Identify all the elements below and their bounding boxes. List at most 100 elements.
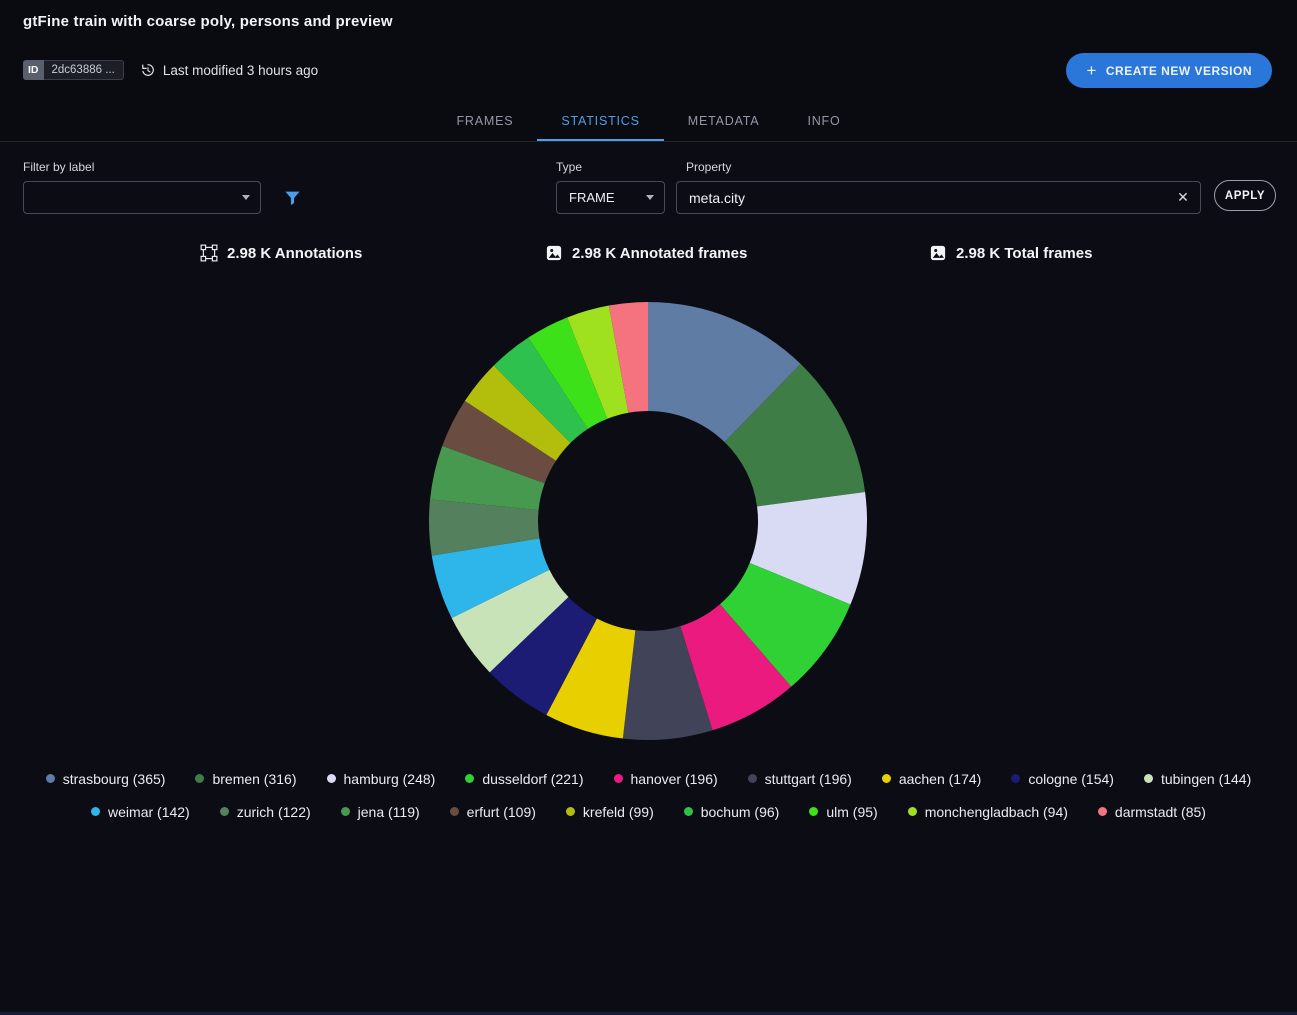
legend-label: bremen (316) <box>212 771 296 787</box>
dataset-id-badge[interactable]: ID 2dc63886 ... <box>23 60 124 80</box>
label-filter-group: Filter by label <box>23 160 261 214</box>
legend-item-jena[interactable]: jena (119) <box>341 804 420 820</box>
filter-funnel-button[interactable] <box>279 184 305 210</box>
legend-row: weimar (142) zurich (122) jena (119) erfurt… <box>0 801 1297 822</box>
legend-label: darmstadt (85) <box>1115 804 1206 820</box>
legend-dot <box>1144 774 1153 783</box>
legend-dot <box>450 807 459 816</box>
tab-bar: FRAMES STATISTICS METADATA INFO <box>432 102 864 141</box>
legend-item-bochum[interactable]: bochum (96) <box>684 804 780 820</box>
page-title: gtFine train with coarse poly, persons a… <box>23 13 393 30</box>
legend-label: cologne (154) <box>1028 771 1114 787</box>
legend-item-cologne[interactable]: cologne (154) <box>1011 771 1114 787</box>
legend-dot <box>748 774 757 783</box>
chart-legend: strasbourg (365) bremen (316) hamburg (248… <box>0 768 1297 834</box>
image-icon <box>929 244 947 262</box>
legend-label: zurich (122) <box>237 804 311 820</box>
legend-label: stuttgart (196) <box>765 771 852 787</box>
property-label: Property <box>686 160 1201 174</box>
label-filter-select[interactable] <box>23 181 261 214</box>
legend-dot <box>91 807 100 816</box>
legend-label: tubingen (144) <box>1161 771 1251 787</box>
tab-frames[interactable]: FRAMES <box>432 102 537 141</box>
legend-label: krefeld (99) <box>583 804 654 820</box>
type-select[interactable]: FRAME <box>556 181 665 214</box>
legend-row: strasbourg (365) bremen (316) hamburg (248… <box>0 768 1297 789</box>
apply-button[interactable]: APPLY <box>1214 180 1276 211</box>
legend-item-krefeld[interactable]: krefeld (99) <box>566 804 654 820</box>
legend-label: erfurt (109) <box>467 804 536 820</box>
last-modified: Last modified 3 hours ago <box>140 62 318 78</box>
legend-item-erfurt[interactable]: erfurt (109) <box>450 804 536 820</box>
legend-item-hanover[interactable]: hanover (196) <box>614 771 718 787</box>
legend-label: monchengladbach (94) <box>925 804 1068 820</box>
legend-dot <box>1098 807 1107 816</box>
create-new-version-button[interactable]: + CREATE NEW VERSION <box>1066 53 1272 88</box>
stat-annotated-frames: 2.98 K Annotated frames <box>545 244 747 262</box>
id-label: ID <box>23 60 44 80</box>
create-new-version-label: CREATE NEW VERSION <box>1106 64 1252 78</box>
dataset-statistics-page: gtFine train with coarse poly, persons a… <box>0 0 1297 1015</box>
property-filter-group: Property ✕ <box>676 160 1201 214</box>
tab-info[interactable]: INFO <box>783 102 864 141</box>
legend-label: bochum (96) <box>701 804 780 820</box>
legend-item-ulm[interactable]: ulm (95) <box>809 804 877 820</box>
legend-dot <box>684 807 693 816</box>
clear-icon[interactable]: ✕ <box>1171 186 1195 210</box>
legend-item-aachen[interactable]: aachen (174) <box>882 771 982 787</box>
history-icon <box>140 62 156 78</box>
property-input[interactable] <box>676 181 1201 214</box>
type-filter-group: Type FRAME <box>556 160 665 214</box>
legend-item-tubingen[interactable]: tubingen (144) <box>1144 771 1251 787</box>
legend-dot <box>46 774 55 783</box>
legend-item-bremen[interactable]: bremen (316) <box>195 771 296 787</box>
legend-dot <box>882 774 891 783</box>
legend-dot <box>327 774 336 783</box>
legend-item-dusseldorf[interactable]: dusseldorf (221) <box>465 771 583 787</box>
stat-annotations: 2.98 K Annotations <box>200 244 362 262</box>
stat-annotations-label: 2.98 K Annotations <box>227 245 362 262</box>
legend-dot <box>465 774 474 783</box>
legend-label: jena (119) <box>358 804 420 820</box>
legend-item-stuttgart[interactable]: stuttgart (196) <box>748 771 852 787</box>
type-value: FRAME <box>569 190 615 205</box>
type-label: Type <box>556 160 665 174</box>
image-icon <box>545 244 563 262</box>
header: gtFine train with coarse poly, persons a… <box>0 0 1297 142</box>
legend-dot <box>566 807 575 816</box>
tab-metadata[interactable]: METADATA <box>664 102 784 141</box>
legend-label: aachen (174) <box>899 771 982 787</box>
stat-total-frames: 2.98 K Total frames <box>929 244 1092 262</box>
legend-item-zurich[interactable]: zurich (122) <box>220 804 311 820</box>
legend-label: hamburg (248) <box>344 771 436 787</box>
donut-chart <box>428 301 868 741</box>
stat-total-frames-label: 2.98 K Total frames <box>956 245 1092 262</box>
legend-item-monchengladbach[interactable]: monchengladbach (94) <box>908 804 1068 820</box>
tab-statistics[interactable]: STATISTICS <box>537 102 663 141</box>
legend-item-hamburg[interactable]: hamburg (248) <box>327 771 436 787</box>
filter-icon <box>283 188 302 207</box>
legend-label: ulm (95) <box>826 804 877 820</box>
id-value: 2dc63886 ... <box>44 60 124 80</box>
legend-label: hanover (196) <box>631 771 718 787</box>
annotations-icon <box>200 244 218 262</box>
legend-item-weimar[interactable]: weimar (142) <box>91 804 190 820</box>
legend-label: weimar (142) <box>108 804 190 820</box>
legend-label: dusseldorf (221) <box>482 771 583 787</box>
legend-dot <box>341 807 350 816</box>
meta-row: ID 2dc63886 ... Last modified 3 hours ag… <box>23 60 318 80</box>
legend-dot <box>220 807 229 816</box>
stat-annotated-frames-label: 2.98 K Annotated frames <box>572 245 747 262</box>
property-box: ✕ <box>676 181 1201 214</box>
legend-item-darmstadt[interactable]: darmstadt (85) <box>1098 804 1206 820</box>
legend-label: strasbourg (365) <box>63 771 166 787</box>
plus-icon: + <box>1086 62 1096 79</box>
last-modified-text: Last modified 3 hours ago <box>163 63 318 78</box>
chevron-down-icon <box>646 195 654 200</box>
legend-dot <box>195 774 204 783</box>
legend-dot <box>614 774 623 783</box>
legend-dot <box>1011 774 1020 783</box>
chevron-down-icon <box>242 195 250 200</box>
legend-dot <box>809 807 818 816</box>
legend-item-strasbourg[interactable]: strasbourg (365) <box>46 771 166 787</box>
